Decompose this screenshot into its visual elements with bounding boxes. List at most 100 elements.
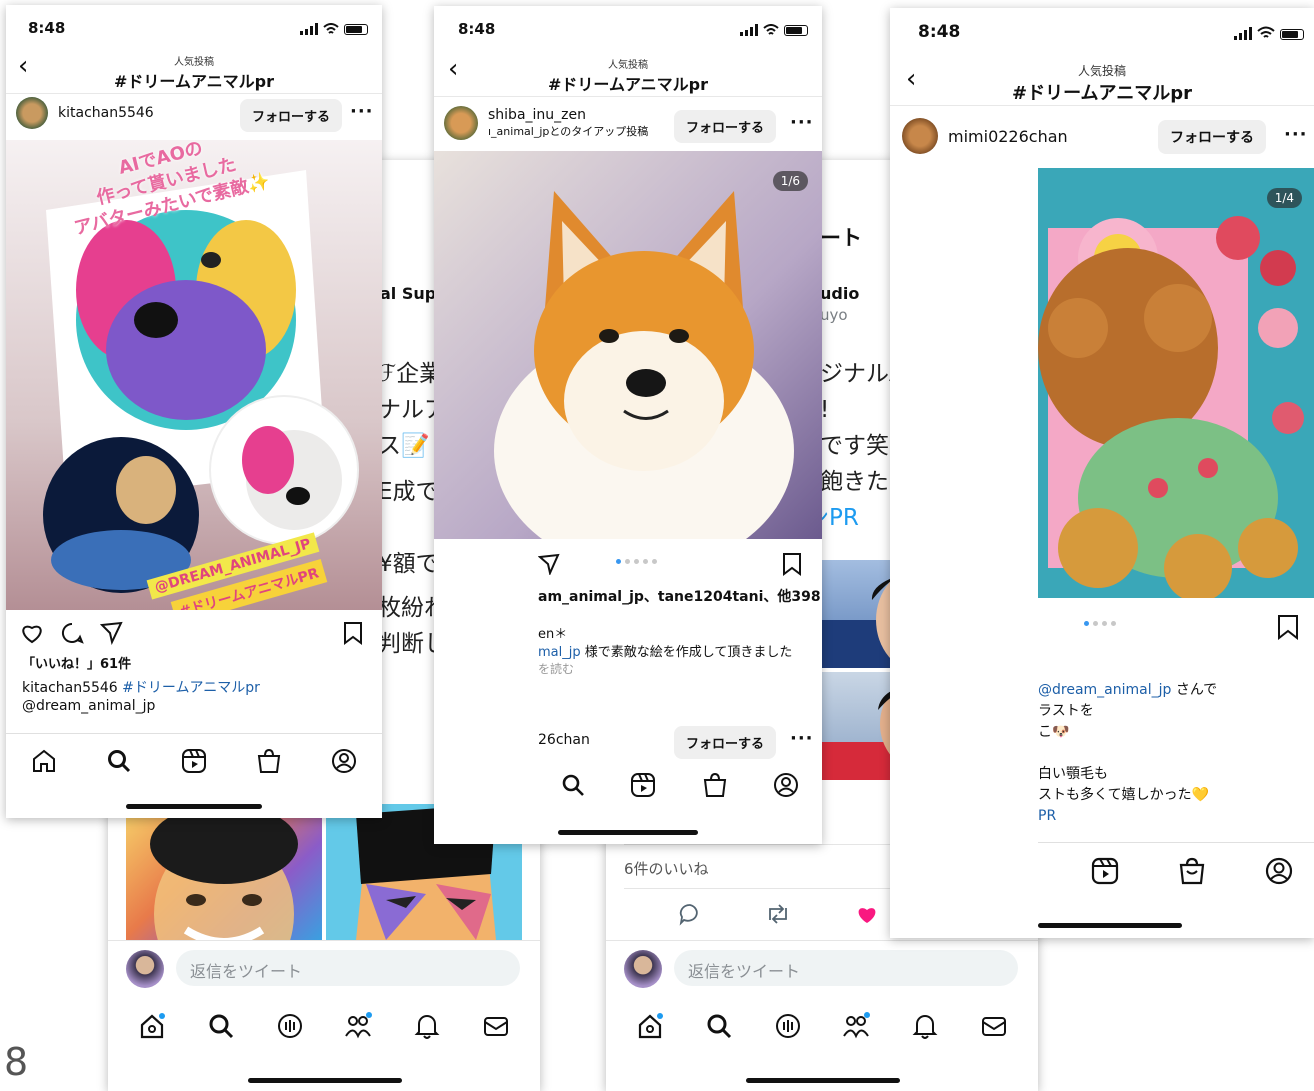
header-title: #ドリームアニマルpr bbox=[1012, 83, 1192, 104]
battery-icon bbox=[784, 25, 808, 36]
clock: 8:48 bbox=[918, 22, 961, 42]
post-image[interactable]: AIでAOの 作って貰いました アバターみたいで素敵✨ @DREAM_ANIMA… bbox=[6, 140, 382, 610]
messages-icon[interactable] bbox=[482, 1012, 510, 1040]
shop-icon[interactable] bbox=[256, 748, 282, 774]
avatar[interactable] bbox=[444, 106, 478, 140]
reels-icon[interactable] bbox=[1090, 856, 1120, 886]
like-count[interactable]: 「いいね！」61件 bbox=[22, 656, 131, 674]
avatar[interactable] bbox=[902, 118, 938, 154]
spaces-icon[interactable] bbox=[774, 1012, 802, 1040]
bookmark-icon[interactable] bbox=[342, 621, 364, 645]
next-post-username[interactable]: 26chan bbox=[538, 732, 590, 748]
reply-input[interactable]: 返信をツイート bbox=[674, 950, 1018, 986]
liked-by[interactable]: am_animal_jp、tane1204tani、他398 bbox=[538, 588, 821, 606]
search-icon[interactable] bbox=[207, 1012, 235, 1040]
more-icon[interactable]: ··· bbox=[790, 728, 814, 749]
follow-button[interactable]: フォローする bbox=[240, 99, 343, 132]
messages-icon[interactable] bbox=[980, 1012, 1008, 1040]
profile-icon[interactable] bbox=[1264, 856, 1294, 886]
header: 人気投稿 #ドリームアニマルpr bbox=[434, 56, 822, 95]
username[interactable]: shiba_inu_zen bbox=[488, 107, 648, 123]
reply-icon[interactable] bbox=[678, 902, 702, 926]
more-icon[interactable]: ··· bbox=[350, 101, 374, 122]
profile-icon[interactable] bbox=[331, 748, 357, 774]
follow-button[interactable]: フォローする bbox=[674, 110, 777, 143]
tweet-line-3: ス📝 bbox=[378, 433, 430, 459]
image-counter: 1/4 bbox=[1266, 188, 1302, 208]
reels-icon[interactable] bbox=[630, 772, 656, 798]
header-subtitle: 人気投稿 bbox=[174, 57, 214, 68]
share-icon[interactable] bbox=[538, 553, 560, 575]
wifi-icon bbox=[323, 23, 339, 34]
post-image[interactable]: 1/4 bbox=[1038, 168, 1314, 598]
caption-mention: @dream_animal_jp bbox=[22, 698, 156, 714]
face-illustration-icon bbox=[150, 804, 298, 994]
signal-icon bbox=[1234, 27, 1252, 40]
more-icon[interactable]: ··· bbox=[790, 112, 814, 133]
profile-icon[interactable] bbox=[773, 772, 799, 798]
ig-tab-bar bbox=[434, 768, 822, 802]
share-icon[interactable] bbox=[100, 621, 124, 645]
post-image[interactable]: 1/6 bbox=[434, 151, 822, 539]
retweet-icon[interactable] bbox=[765, 902, 791, 926]
tweet-author[interactable]: udio bbox=[820, 284, 859, 303]
signal-icon bbox=[300, 23, 318, 35]
post-caption: kitachan5546 #ドリームアニマルpr @dream_animal_j… bbox=[22, 679, 260, 715]
communities-icon[interactable] bbox=[842, 1012, 871, 1040]
tweet-image-1[interactable] bbox=[126, 804, 322, 994]
shop-icon[interactable] bbox=[702, 772, 728, 798]
notifications-icon[interactable] bbox=[413, 1012, 441, 1040]
heart-icon[interactable] bbox=[855, 902, 879, 926]
caption-text: ラストを bbox=[1038, 703, 1094, 719]
instagram-screen-c: 8:48 ‹ 人気投稿 #ドリームアニマルpr mimi0226chan フォロ… bbox=[890, 8, 1314, 938]
notifications-icon[interactable] bbox=[911, 1012, 939, 1040]
search-icon[interactable] bbox=[705, 1012, 733, 1040]
mention-link[interactable]: mal_jp bbox=[538, 645, 581, 660]
carousel-dots bbox=[616, 559, 657, 564]
reply-input[interactable]: 返信をツイート bbox=[176, 950, 520, 986]
search-icon[interactable] bbox=[561, 773, 585, 797]
image-counter: 1/6 bbox=[772, 171, 808, 191]
shop-icon[interactable] bbox=[1177, 856, 1207, 886]
username[interactable]: kitachan5546 bbox=[58, 105, 154, 121]
home-indicator bbox=[248, 1078, 402, 1083]
comment-icon[interactable] bbox=[60, 621, 84, 645]
battery-icon bbox=[344, 24, 368, 35]
follow-button[interactable]: フォローする bbox=[674, 726, 777, 759]
clock: 8:48 bbox=[458, 20, 496, 38]
shiba-illustration bbox=[494, 191, 794, 539]
hashtag-link[interactable]: PR bbox=[1038, 806, 1314, 827]
home-icon[interactable] bbox=[636, 1012, 664, 1040]
header-title: #ドリームアニマルpr bbox=[548, 75, 708, 94]
reels-icon[interactable] bbox=[181, 748, 207, 774]
caption-user[interactable]: kitachan5546 bbox=[22, 680, 118, 696]
bookmark-icon[interactable] bbox=[781, 552, 803, 576]
tweet-line-3: です笑 bbox=[820, 433, 889, 459]
spaces-icon[interactable] bbox=[276, 1012, 304, 1040]
like-count[interactable]: 6件のいいね bbox=[624, 858, 709, 879]
caption-text: 様で素敵な絵を作成して頂きました bbox=[580, 645, 793, 660]
search-icon[interactable] bbox=[106, 748, 132, 774]
read-more-link[interactable]: を読む bbox=[538, 662, 792, 676]
avatar[interactable] bbox=[16, 97, 48, 129]
tweet-tab-bar bbox=[108, 1006, 540, 1046]
communities-icon[interactable] bbox=[344, 1012, 373, 1040]
clock: 8:48 bbox=[28, 19, 66, 37]
status-bar: 8:48 bbox=[434, 20, 822, 50]
header: 人気投稿 #ドリームアニマルpr bbox=[890, 62, 1314, 105]
home-icon[interactable] bbox=[31, 748, 57, 774]
home-icon[interactable] bbox=[138, 1012, 166, 1040]
username[interactable]: mimi0226chan bbox=[948, 127, 1068, 146]
caption-text: さんで bbox=[1171, 682, 1218, 698]
hashtag-link[interactable]: #ドリームアニマルpr bbox=[122, 680, 260, 696]
mention-link[interactable]: @dream_animal_jp bbox=[1038, 682, 1171, 698]
poodle-illustration bbox=[1038, 168, 1314, 598]
bookmark-icon[interactable] bbox=[1276, 614, 1300, 640]
caption-user: en＊ bbox=[538, 627, 568, 642]
status-bar: 8:48 bbox=[890, 20, 1314, 50]
follow-button[interactable]: フォローする bbox=[1158, 120, 1266, 154]
more-icon[interactable]: ··· bbox=[1284, 124, 1308, 145]
home-indicator bbox=[746, 1078, 900, 1083]
heart-icon[interactable] bbox=[20, 622, 44, 644]
paid-partnership-label[interactable]: ı_animal_jpとのタイアップ投稿 bbox=[488, 123, 648, 139]
